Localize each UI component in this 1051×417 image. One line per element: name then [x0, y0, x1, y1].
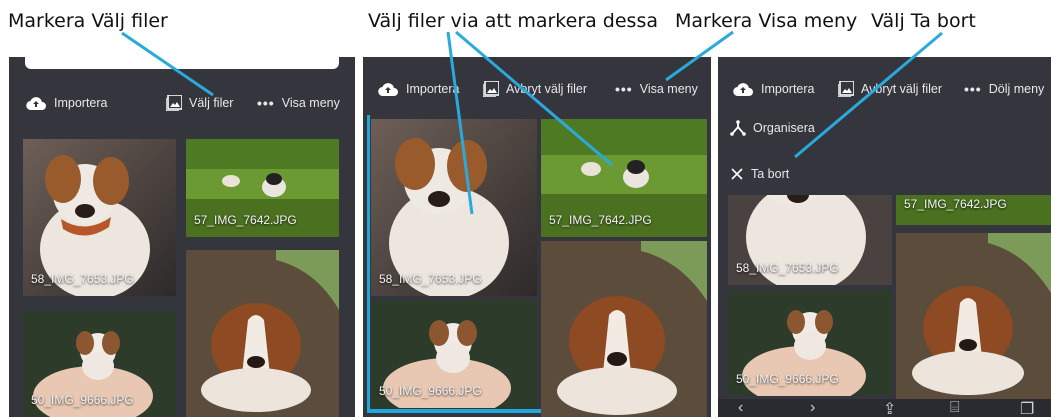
tabs-icon[interactable]: ❐ — [1020, 399, 1034, 417]
hide-menu-button[interactable]: ••• Dölj meny — [964, 81, 1044, 97]
delete-menu-item[interactable]: Ta bort — [718, 159, 1051, 189]
share-icon[interactable]: ⇪ — [883, 399, 896, 417]
import-button[interactable]: Importera — [25, 95, 108, 111]
more-dots-icon: ••• — [964, 81, 982, 97]
panel-1: Importera Välj filer ••• Visa meny 58_IM… — [9, 57, 355, 417]
photo-thumb[interactable] — [541, 241, 707, 417]
photo-thumb-selected[interactable]: 50_IMG_9666.JPG — [728, 290, 892, 396]
panel-2: Importera Avbryt välj filer ••• Visa men… — [363, 57, 711, 417]
cancel-select-files-button[interactable]: Avbryt välj filer — [483, 81, 587, 97]
select-files-button[interactable]: Välj filer — [166, 95, 233, 111]
close-icon — [731, 168, 743, 180]
browser-bottom-nav: ‹ › ⇪ ⌸ ❐ — [718, 399, 1051, 417]
organize-label: Organisera — [753, 121, 815, 135]
caption-select-by-marking: Välj filer via att markera dessa — [368, 10, 659, 32]
caption-delete: Välj Ta bort — [871, 10, 976, 32]
puppy-on-cushion-icon — [186, 250, 339, 417]
show-menu-button[interactable]: ••• Visa meny — [257, 95, 340, 111]
file-name: 58_IMG_7653.JPG — [31, 272, 134, 286]
puppy-photo-icon — [371, 119, 537, 296]
image-icon — [483, 81, 499, 97]
forward-icon[interactable]: › — [810, 399, 815, 417]
more-dots-icon: ••• — [615, 81, 633, 97]
import-label: Importera — [406, 82, 460, 96]
selection-frame-edge — [367, 409, 541, 413]
file-name: 58_IMG_7653.JPG — [379, 272, 482, 286]
delete-label: Ta bort — [751, 167, 790, 181]
photo-thumb-selected[interactable]: 58_IMG_7653.JPG — [371, 119, 537, 296]
file-name: 57_IMG_7642.JPG — [549, 213, 652, 227]
file-name: 50_IMG_9666.JPG — [31, 393, 134, 407]
file-name: 58_IMG_7653.JPG — [736, 261, 839, 275]
back-icon[interactable]: ‹ — [738, 399, 743, 417]
cloud-upload-icon — [26, 97, 46, 111]
hide-menu-label: Dölj meny — [988, 82, 1045, 96]
file-name: 57_IMG_7642.JPG — [194, 213, 297, 227]
import-button[interactable]: Importera — [377, 81, 460, 97]
show-menu-button[interactable]: ••• Visa meny — [615, 81, 698, 97]
image-icon — [166, 95, 182, 111]
toolbar: Importera Välj filer ••• Visa meny — [9, 85, 355, 123]
show-menu-label: Visa meny — [639, 82, 698, 96]
image-icon — [838, 81, 854, 97]
cancel-select-files-button[interactable]: Avbryt välj filer — [838, 81, 942, 97]
show-menu-label: Visa meny — [281, 96, 340, 110]
photo-thumb-selected[interactable]: 50_IMG_9666.JPG — [371, 300, 537, 408]
photo-thumb[interactable]: 58_IMG_7653.JPG — [23, 139, 176, 296]
organize-icon — [730, 120, 746, 136]
toolbar: Importera Avbryt välj filer ••• Visa men… — [363, 71, 711, 109]
cancel-select-label: Avbryt välj filer — [506, 82, 588, 96]
file-name: 50_IMG_9666.JPG — [736, 372, 839, 386]
import-button[interactable]: Importera — [732, 81, 815, 97]
puppy-on-cushion-icon — [541, 241, 707, 417]
panel-3: Importera Avbryt välj filer ••• Dölj men… — [718, 57, 1051, 417]
import-label: Importera — [761, 82, 815, 96]
cloud-upload-icon — [733, 83, 753, 97]
file-name: 57_IMG_7642.JPG — [904, 197, 1007, 211]
menu-dropdown: Organisera Ta bort — [718, 113, 1051, 195]
book-icon[interactable]: ⌸ — [950, 399, 960, 417]
caption-select-files: Markera Välj filer — [8, 10, 168, 32]
selection-frame-edge — [367, 115, 370, 413]
caption-show-menu: Markera Visa meny — [675, 10, 858, 32]
search-field-edge — [25, 57, 339, 69]
photo-thumb-selected[interactable]: 57_IMG_7642.JPG — [541, 119, 707, 237]
import-label: Importera — [54, 96, 108, 110]
select-files-label: Välj filer — [189, 96, 234, 110]
more-dots-icon: ••• — [257, 95, 275, 111]
cancel-select-label: Avbryt välj filer — [861, 82, 943, 96]
organize-menu-item[interactable]: Organisera — [718, 113, 1051, 143]
photo-thumb[interactable] — [186, 250, 339, 417]
cloud-upload-icon — [378, 83, 398, 97]
photo-thumb[interactable]: 57_IMG_7642.JPG — [186, 139, 339, 237]
puppy-on-cushion-icon — [896, 233, 1051, 399]
file-name: 50_IMG_9666.JPG — [379, 384, 482, 398]
photo-thumb[interactable] — [896, 233, 1051, 399]
toolbar: Importera Avbryt välj filer ••• Dölj men… — [718, 71, 1051, 109]
photo-thumb[interactable]: 50_IMG_9666.JPG — [23, 311, 176, 417]
